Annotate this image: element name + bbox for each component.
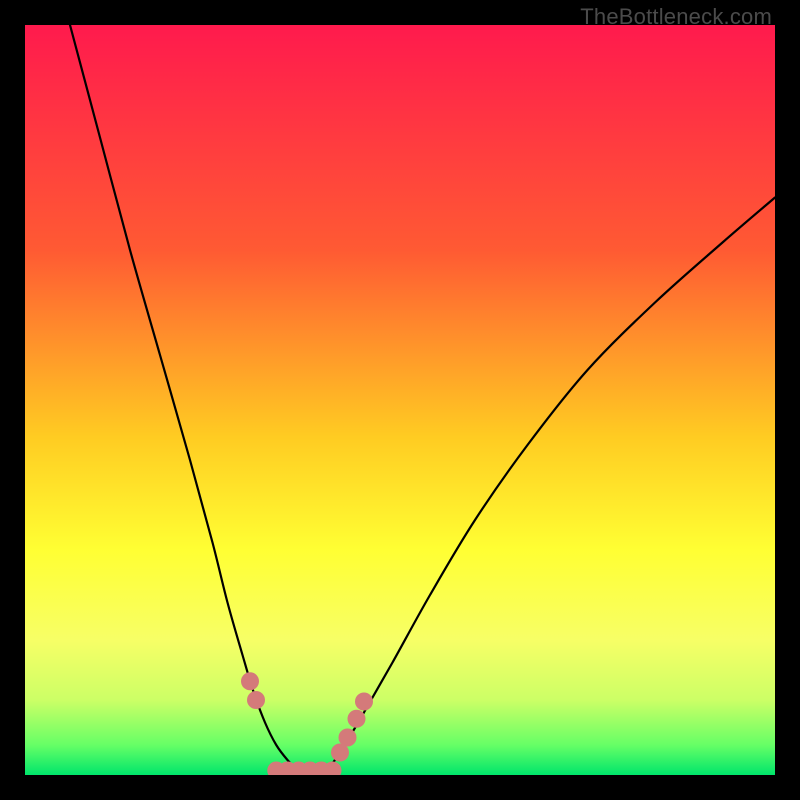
marker-point xyxy=(247,691,265,709)
plot-area xyxy=(25,25,775,775)
bottleneck-markers xyxy=(241,672,373,775)
chart-frame: TheBottleneck.com xyxy=(0,0,800,800)
marker-point xyxy=(348,710,366,728)
marker-point xyxy=(339,729,357,747)
right-curve xyxy=(310,198,775,776)
curves-layer xyxy=(25,25,775,775)
watermark-text: TheBottleneck.com xyxy=(580,4,772,30)
marker-point xyxy=(241,672,259,690)
left-curve xyxy=(70,25,310,775)
marker-point xyxy=(355,693,373,711)
